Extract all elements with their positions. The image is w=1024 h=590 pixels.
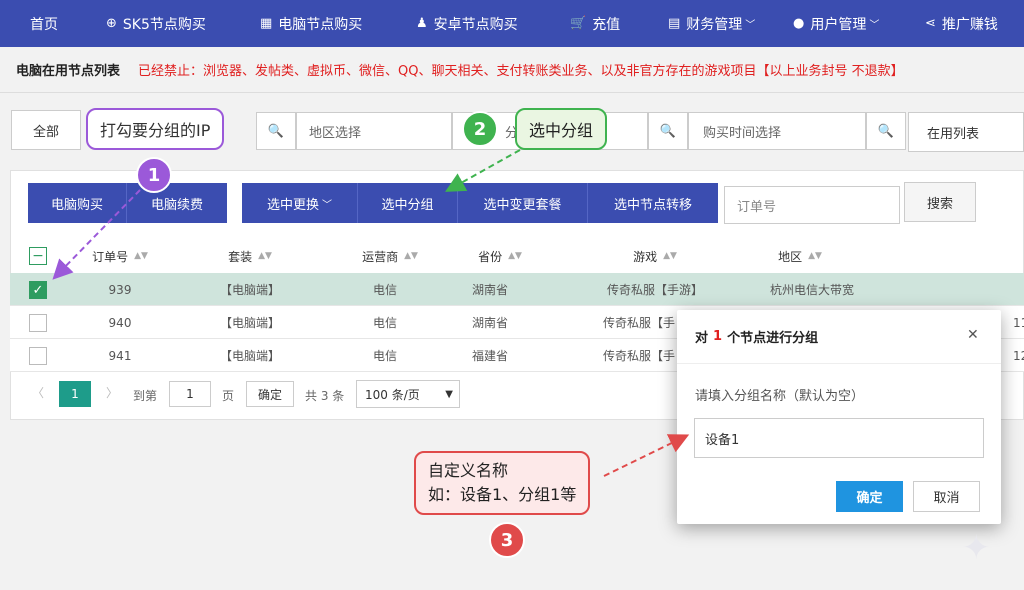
- callout-step1: 打勾要分组的IP: [86, 108, 225, 150]
- step3-badge: 3: [489, 522, 525, 558]
- callout-step3: 自定义名称 如：设备1、分组1等: [414, 451, 591, 515]
- step2-badge: 2: [462, 111, 498, 147]
- arrow-step3: [603, 434, 690, 477]
- sparkle-icon: ✦: [962, 528, 991, 568]
- arrow-step2: [445, 149, 521, 192]
- callout-step2: 选中分组: [515, 108, 608, 150]
- step1-badge: 1: [136, 157, 172, 193]
- arrow-step1: [52, 189, 141, 280]
- callout-step3-line1: 自定义名称: [428, 461, 509, 480]
- callout-step3-line2: 如：设备1、分组1等: [428, 485, 577, 504]
